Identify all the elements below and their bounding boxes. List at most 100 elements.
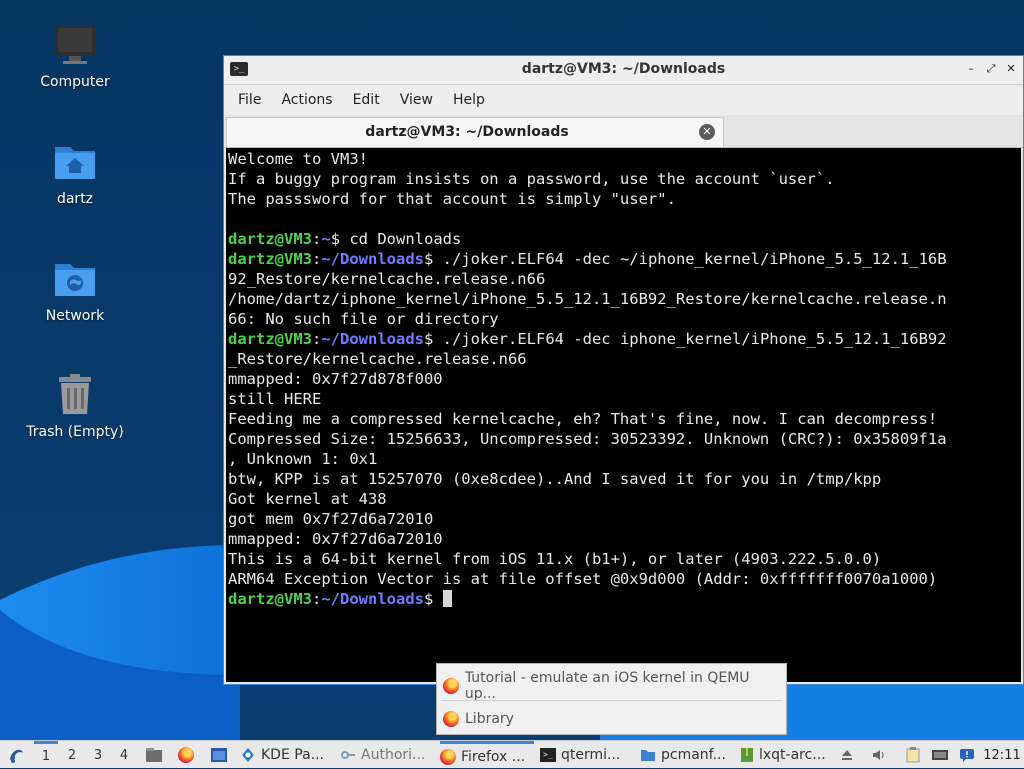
terminal-icon: >_	[540, 748, 556, 762]
prompt-command: $ ./joker.ELF64 -dec ~/iphone_kernel/iPh…	[424, 250, 947, 268]
terminal-line: If a buggy program insists on a password…	[228, 169, 1021, 189]
window-titlebar[interactable]: >_ dartz@VM3: ~/Downloads – ⤢ ✕	[224, 56, 1023, 85]
kde-icon	[242, 748, 254, 762]
output-text: 66: No such file or directory	[228, 310, 499, 328]
eject-icon[interactable]	[838, 741, 856, 769]
desktop-switch-4[interactable]: 4	[112, 741, 136, 769]
output-text: btw, KPP is at 15257070 (0xe8cdee)..And …	[228, 470, 882, 488]
prompt-user: dartz@VM3	[228, 230, 312, 248]
prompt-separator: :	[312, 330, 322, 348]
menu-help[interactable]: Help	[443, 92, 495, 108]
task-label: qtermi...	[561, 747, 621, 763]
desktop-switch-2[interactable]: 2	[60, 741, 84, 769]
menu-actions[interactable]: Actions	[271, 92, 342, 108]
output-text: , Unknown 1: 0x1	[228, 450, 378, 468]
file-manager-launcher-icon	[146, 748, 162, 762]
volume-icon[interactable]	[870, 741, 888, 769]
output-text: _Restore/kernelcache.release.n66	[228, 350, 527, 368]
prompt-command: $	[424, 590, 443, 608]
firefox-window-list-popup: Tutorial - emulate an iOS kernel in QEMU…	[436, 663, 787, 735]
network-status-icon[interactable]	[930, 741, 950, 769]
window-title: dartz@VM3: ~/Downloads	[521, 61, 726, 77]
prompt-command: $ ./joker.ELF64 -dec iphone_kernel/iPhon…	[424, 330, 947, 348]
output-text: Compressed Size: 15256633, Uncompressed:…	[228, 430, 947, 448]
terminal-line: This is a 64-bit kernel from iOS 11.x (b…	[228, 549, 1021, 569]
window-icon	[211, 748, 227, 762]
output-text: The passsword for that account is simply…	[228, 190, 676, 208]
prompt-path: ~/Downloads	[321, 590, 424, 608]
terminal-line: _Restore/kernelcache.release.n66	[228, 349, 1021, 369]
output-text: Feeding me a compressed kernelcache, eh?…	[228, 410, 938, 428]
tab-bar: dartz@VM3: ~/Downloads ✕	[224, 115, 1023, 148]
desktop-switch-3[interactable]: 3	[86, 741, 110, 769]
popup-item-label: Tutorial - emulate an iOS kernel in QEMU…	[464, 670, 750, 702]
terminal-line: /home/dartz/iphone_kernel/iPhone_5.5_12.…	[228, 289, 1021, 309]
show-desktop-button[interactable]	[144, 741, 164, 769]
firefox-icon	[178, 747, 194, 763]
terminal-line: dartz@VM3:~/Downloads$ ./joker.ELF64 -de…	[228, 329, 1021, 349]
task-authorization[interactable]: Authori...	[340, 741, 432, 769]
prompt-path: ~/Downloads	[321, 330, 424, 348]
desktop-icon-computer[interactable]: Computer	[20, 22, 130, 90]
terminal-line: mmapped: 0x7f27d878f000	[228, 369, 1021, 389]
prompt-separator: :	[312, 230, 322, 248]
terminal-line: dartz@VM3:~$ cd Downloads	[228, 229, 1021, 249]
start-menu-button[interactable]	[4, 741, 28, 769]
terminal-line: mmapped: 0x7f27d6a72010	[228, 529, 1021, 549]
terminal-output[interactable]: Welcome to VM3! If a buggy program insist…	[226, 148, 1021, 682]
clipboard-icon[interactable]	[904, 741, 922, 769]
taskbar: 1 2 3 4 KDE Pa... Authori... Firefox ...…	[0, 740, 1024, 768]
notification-icon[interactable]	[957, 741, 977, 769]
key-icon	[341, 751, 355, 759]
desktop-icon-network[interactable]: Network	[20, 256, 130, 324]
network-folder-icon	[52, 256, 98, 302]
desktop-icon-trash[interactable]: Trash (Empty)	[20, 372, 130, 440]
prompt-user: dartz@VM3	[228, 590, 312, 608]
terminal-line: ARM64 Exception Vector is at file offset…	[228, 569, 1021, 589]
computer-icon	[52, 22, 98, 68]
minimize-button[interactable]: –	[964, 62, 978, 76]
menu-file[interactable]: File	[228, 92, 271, 108]
firefox-launcher[interactable]	[176, 741, 196, 769]
task-kde-partition[interactable]: KDE Pa...	[240, 741, 336, 769]
maximize-button[interactable]: ⤢	[984, 62, 998, 76]
output-text: Welcome to VM3!	[228, 150, 368, 168]
task-pcmanfm[interactable]: pcmanf...	[640, 741, 734, 769]
task-firefox[interactable]: Firefox ...	[440, 741, 534, 769]
terminal-line: Feeding me a compressed kernelcache, eh?…	[228, 409, 1021, 429]
lxqt-start-icon	[10, 749, 23, 763]
desktop-icon-home[interactable]: dartz	[20, 139, 130, 207]
task-label: pcmanf...	[661, 747, 726, 763]
clock[interactable]: 12:11	[982, 741, 1022, 769]
terminal-line: 92_Restore/kernelcache.release.n66	[228, 269, 1021, 289]
task-lxqt-archiver[interactable]: lxqt-arc...	[740, 741, 834, 769]
menu-view[interactable]: View	[390, 92, 443, 108]
terminal-line: Compressed Size: 15256633, Uncompressed:…	[228, 429, 1021, 449]
menu-edit[interactable]: Edit	[343, 92, 390, 108]
close-button[interactable]: ✕	[1004, 62, 1018, 76]
terminal-line: btw, KPP is at 15257070 (0xe8cdee)..And …	[228, 469, 1021, 489]
terminal-window[interactable]: >_ dartz@VM3: ~/Downloads – ⤢ ✕ File Act…	[223, 55, 1024, 685]
terminal-tab[interactable]: dartz@VM3: ~/Downloads ✕	[226, 117, 724, 147]
popup-item-library[interactable]: Library	[443, 705, 782, 733]
output-text: mmapped: 0x7f27d878f000	[228, 370, 443, 388]
tab-close-icon[interactable]: ✕	[699, 124, 715, 140]
popup-divider	[441, 700, 782, 701]
terminal-line: got mem 0x7f27d6a72010	[228, 509, 1021, 529]
output-text: got mem 0x7f27d6a72010	[228, 510, 434, 528]
output-text: 92_Restore/kernelcache.release.n66	[228, 270, 546, 288]
prompt-user: dartz@VM3	[228, 250, 312, 268]
task-qterminal[interactable]: >_ qtermi...	[540, 741, 634, 769]
desktop-switch-1[interactable]: 1	[34, 741, 58, 769]
popup-item-tutorial[interactable]: Tutorial - emulate an iOS kernel in QEMU…	[443, 670, 782, 702]
desktop-icon-label: Trash (Empty)	[26, 424, 124, 440]
prompt-path: ~/Downloads	[321, 250, 424, 268]
firefox-icon	[443, 711, 459, 727]
output-text: ARM64 Exception Vector is at file offset…	[228, 570, 938, 588]
home-folder-icon	[52, 139, 98, 185]
window-launcher[interactable]	[208, 741, 230, 769]
tab-label: dartz@VM3: ~/Downloads	[365, 124, 569, 140]
output-text: Got kernel at 438	[228, 490, 387, 508]
trash-icon	[52, 372, 98, 418]
terminal-line: 66: No such file or directory	[228, 309, 1021, 329]
